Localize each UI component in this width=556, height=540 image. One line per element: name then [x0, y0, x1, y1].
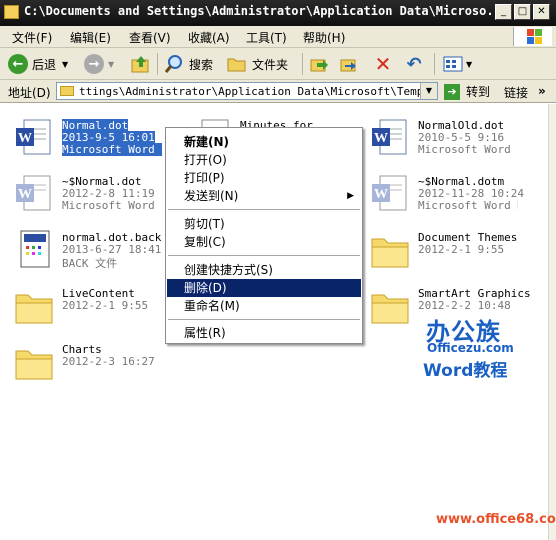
window-controls: _ □ ✕: [495, 4, 550, 20]
toolbar: ← 后退 ▼ → ▼ 搜索 文件夹 ✕ ↶ ▼: [0, 48, 556, 80]
up-folder-button[interactable]: [130, 52, 152, 76]
svg-text:W: W: [18, 187, 32, 202]
title-bar[interactable]: C:\Documents and Settings\Administrator\…: [0, 0, 556, 26]
menu-item-label: 发送到(N): [184, 189, 239, 203]
menu-item-rename[interactable]: 重命名(M): [167, 297, 361, 315]
menu-tools[interactable]: 工具(T): [246, 29, 287, 46]
move-to-button[interactable]: [308, 52, 330, 76]
file-type: Microsoft Word 9...: [62, 199, 162, 212]
move-to-icon: [308, 54, 330, 74]
minimize-button[interactable]: _: [495, 4, 512, 20]
undo-icon: ↶: [406, 53, 422, 75]
window-title: C:\Documents and Settings\Administrator\…: [24, 4, 494, 18]
file-item[interactable]: W NormalOld.dot 2010-5-5 9:16 Microsoft …: [370, 117, 550, 169]
back-label: 后退: [32, 57, 57, 72]
copy-to-icon: [338, 54, 360, 74]
address-bar: 地址(D) ttings\Administrator\Application D…: [0, 80, 556, 103]
file-type: BACK 文件: [62, 257, 118, 270]
forward-button[interactable]: → ▼: [84, 52, 114, 76]
folders-button[interactable]: 文件夹: [226, 52, 288, 76]
folder-item[interactable]: Charts 2012-2-3 16:27: [14, 341, 194, 393]
delete-icon: ✕: [374, 52, 392, 76]
folder-icon: [15, 350, 53, 380]
menu-separator: [168, 255, 360, 256]
file-date: 2012-2-3 16:27: [62, 355, 155, 368]
watermark-word: Word教程: [423, 361, 508, 381]
views-button[interactable]: ▼: [442, 52, 472, 76]
up-folder-icon: [130, 54, 152, 74]
menu-help[interactable]: 帮助(H): [303, 29, 345, 46]
file-type: Microsoft Word M...: [418, 199, 518, 212]
svg-text:W: W: [374, 131, 388, 146]
menu-edit[interactable]: 编辑(E): [70, 29, 111, 46]
go-label: 转到: [466, 85, 491, 99]
folder-item[interactable]: Document Themes 2012-2-1 9:55: [370, 229, 550, 281]
file-type: Microsoft Word 9...: [62, 143, 162, 156]
svg-text:W: W: [18, 131, 32, 146]
views-dropdown-icon[interactable]: ▼: [466, 60, 472, 69]
folders-icon: [226, 54, 248, 74]
watermark-subtitle: Officezu.com: [427, 341, 514, 355]
close-button[interactable]: ✕: [533, 4, 550, 20]
menu-item-cut[interactable]: 剪切(T): [167, 215, 361, 233]
generic-file-icon: [20, 230, 50, 268]
menu-item-print[interactable]: 打印(P): [167, 169, 361, 187]
forward-arrow-icon: →: [84, 54, 104, 74]
word-doc-icon: W: [16, 119, 51, 155]
menu-item-open[interactable]: 打开(O): [167, 151, 361, 169]
menu-item-new[interactable]: 新建(N): [167, 133, 361, 151]
menu-item-send-to[interactable]: 发送到(N) ▶: [167, 187, 361, 205]
submenu-arrow-icon: ▶: [347, 191, 354, 201]
folder-icon: [371, 238, 409, 268]
file-date: 2012-2-2 10:48: [418, 299, 511, 312]
menu-favorites[interactable]: 收藏(A): [188, 29, 230, 46]
file-type: Microsoft Word 9...: [418, 143, 518, 156]
views-icon: [442, 54, 464, 74]
file-date: 2012-2-1 9:55: [418, 243, 505, 256]
go-arrow-icon: ➔: [444, 83, 460, 100]
svg-text:W: W: [374, 187, 388, 202]
copy-to-button[interactable]: [338, 52, 360, 76]
menu-item-delete[interactable]: 删除(D): [167, 279, 361, 297]
menu-bar: 文件(F) 编辑(E) 查看(V) 收藏(A) 工具(T) 帮助(H): [0, 26, 556, 48]
folder-icon: [371, 294, 409, 324]
address-label: 地址(D): [8, 86, 51, 100]
search-button[interactable]: 搜索: [163, 52, 213, 76]
search-label: 搜索: [189, 57, 214, 72]
address-path: ttings\Administrator\Application Data\Mi…: [79, 85, 438, 98]
back-arrow-icon: ←: [8, 54, 28, 74]
folder-window-icon: [4, 5, 19, 19]
maximize-button[interactable]: □: [514, 4, 531, 20]
back-dropdown-icon[interactable]: ▼: [62, 60, 68, 69]
chevron-down-icon[interactable]: ▼: [420, 83, 437, 99]
word-template-icon: W: [372, 175, 407, 211]
folder-icon: [60, 86, 74, 96]
search-icon: [163, 54, 185, 74]
undo-button[interactable]: ↶: [403, 52, 425, 76]
folder-icon: [15, 294, 53, 324]
menu-file[interactable]: 文件(F): [12, 29, 52, 46]
menu-separator: [168, 319, 360, 320]
go-button[interactable]: ➔ 转到: [444, 83, 490, 100]
address-input[interactable]: ttings\Administrator\Application Data\Mi…: [56, 82, 438, 100]
windows-flag-icon: [513, 27, 552, 46]
file-item[interactable]: W ~$Normal.dotm 2012-11-28 10:24 Microso…: [370, 173, 550, 225]
context-menu: 新建(N) 打开(O) 打印(P) 发送到(N) ▶ 剪切(T) 复制(C) 创…: [165, 127, 363, 344]
menu-view[interactable]: 查看(V): [129, 29, 171, 46]
menu-item-copy[interactable]: 复制(C): [167, 233, 361, 251]
delete-button[interactable]: ✕: [372, 52, 394, 76]
word-template-icon: W: [16, 175, 51, 211]
word-doc-icon: W: [372, 119, 407, 155]
links-chevron-icon[interactable]: »: [538, 84, 546, 98]
menu-item-create-shortcut[interactable]: 创建快捷方式(S): [167, 261, 361, 279]
menu-separator: [168, 209, 360, 210]
file-date: 2012-2-1 9:55: [62, 299, 149, 312]
menu-item-properties[interactable]: 属性(R): [167, 324, 361, 342]
forward-dropdown-icon[interactable]: ▼: [108, 60, 114, 69]
watermark-site: www.office68.com: [436, 512, 556, 527]
links-button[interactable]: 链接: [504, 84, 528, 101]
folders-label: 文件夹: [252, 57, 289, 72]
back-button[interactable]: ← 后退 ▼: [8, 52, 68, 76]
